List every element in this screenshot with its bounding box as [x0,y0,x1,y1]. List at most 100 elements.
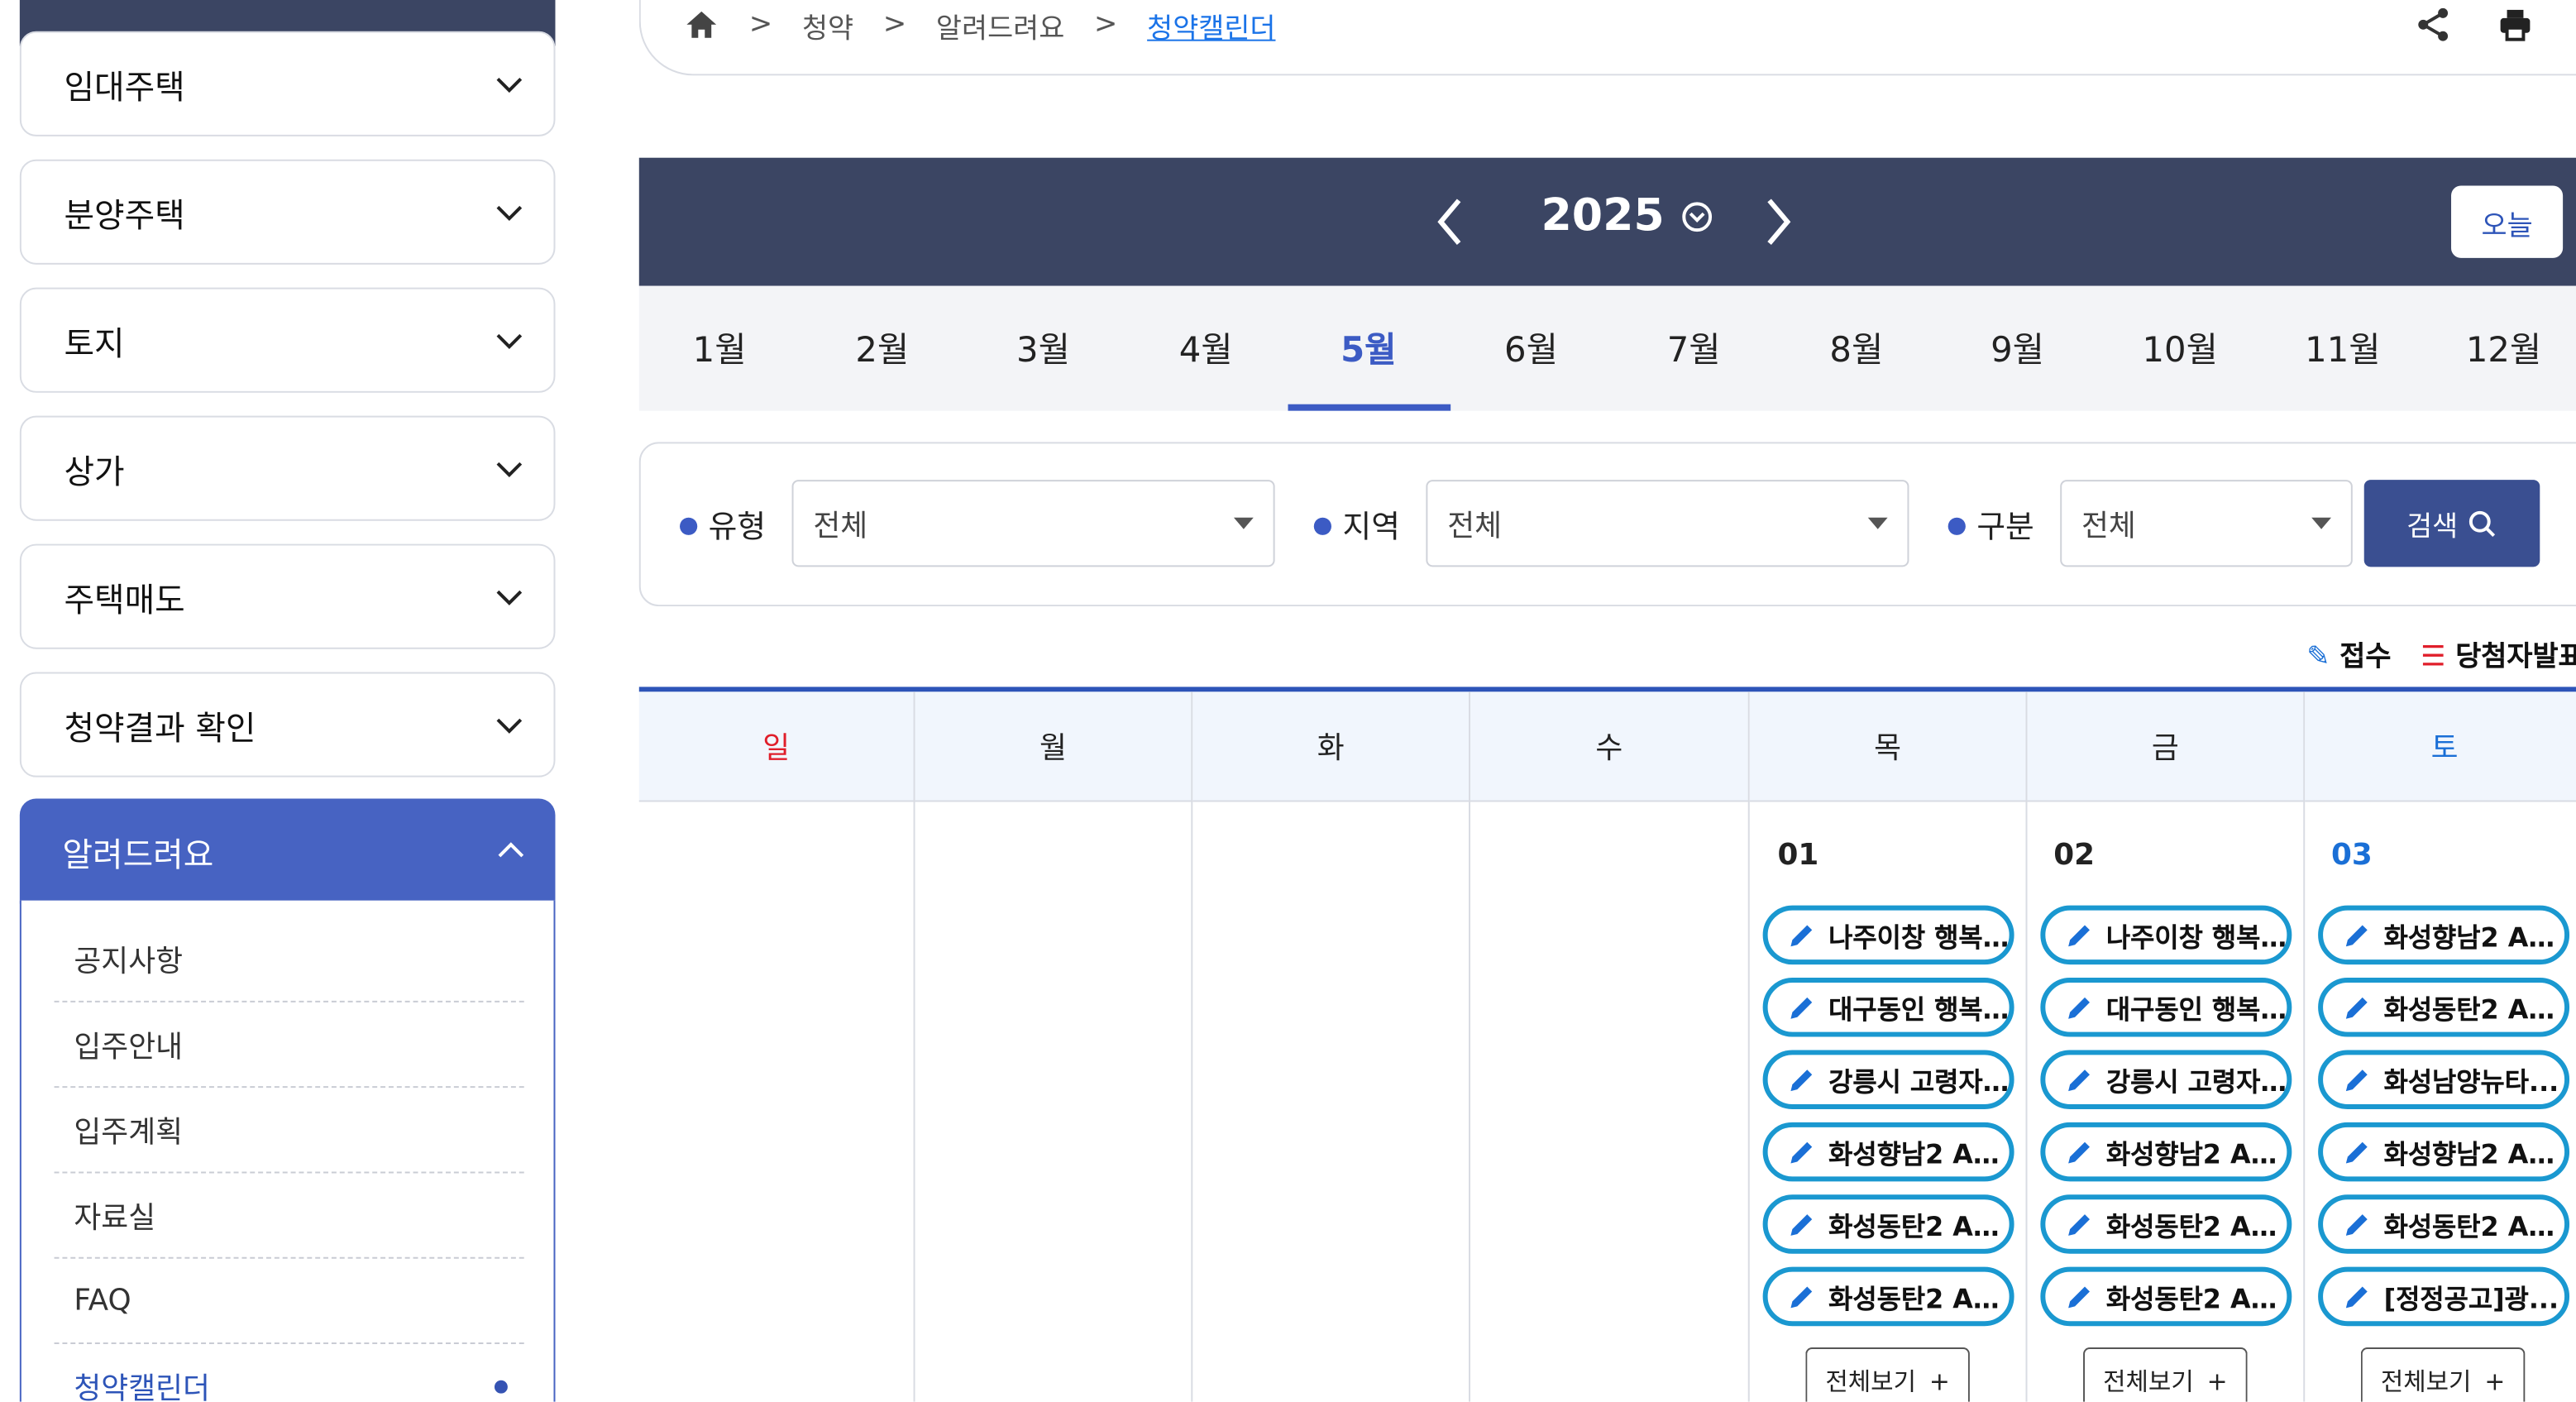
event-pill[interactable]: 화성향남2 A-... [2318,905,2570,965]
sidebar-item-results[interactable]: 청약결과 확인 [19,672,556,778]
view-all-button[interactable]: 전체보기 + [2083,1347,2248,1402]
breadcrumb-item[interactable]: 알려드려요 [936,4,1064,45]
chevron-down-icon [496,333,523,349]
sidebar-item-label: 알려드려요 [62,834,214,873]
weekday-monday: 월 [915,691,1193,802]
breadcrumb-item[interactable]: 청약 [802,4,853,45]
day-cell-empty [1470,801,1750,1402]
tab-month-4[interactable]: 4월 [1126,286,1287,411]
sidebar-subitem-calendar[interactable]: 청약캘린더 [55,1344,524,1402]
today-button[interactable]: 오늘 [2451,185,2564,258]
day-number: 01 [1777,838,1819,873]
sidebar-subitem-label: 입주계획 [74,1114,184,1150]
event-pill[interactable]: 화성동탄2 A7... [2318,978,2570,1037]
event-pill[interactable]: 화성동탄2 A7... [2318,1194,2570,1254]
event-pill[interactable]: [정정공고]광... [2318,1266,2570,1327]
year-selector[interactable]: 2025 [1541,190,1713,242]
tab-month-2[interactable]: 2월 [801,286,963,411]
tab-month-12[interactable]: 12월 [2423,286,2576,411]
print-icon[interactable] [2497,7,2534,43]
event-pill[interactable]: 화성동탄2 A7... [2040,1266,2292,1327]
pencil-icon [2345,1141,2368,1163]
sidebar-item-rental-housing[interactable]: 임대주택 [19,31,556,136]
view-all-label: 전체보기 [2380,1366,2472,1397]
breadcrumb-current[interactable]: 청약캘린더 [1147,4,1275,45]
event-pill[interactable]: 화성동탄2 A7... [1762,1194,2014,1254]
event-title: 강릉시 고령자... [2105,1066,2287,1098]
event-title: 대구동인 행복... [2105,993,2287,1026]
event-pill[interactable]: 화성향남2 A-... [1762,1122,2014,1182]
pencil-icon [2345,1213,2368,1235]
event-pill[interactable]: 강릉시 고령자... [2040,1050,2292,1109]
tab-month-9[interactable]: 9월 [1937,286,2098,411]
sidebar-item-land[interactable]: 토지 [19,287,556,393]
sidebar-item-label: 청약결과 확인 [64,707,256,747]
weekday-thursday: 목 [1749,691,2028,802]
prev-year-icon[interactable] [1432,194,1469,250]
event-pill[interactable]: 나주이창 행복... [2040,905,2292,965]
event-title: 나주이창 행복... [2105,921,2287,954]
event-pill[interactable]: 강릉시 고령자... [1762,1050,2014,1109]
chevron-down-icon [496,590,523,605]
sidebar-item-notices[interactable]: 알려드려요 [19,798,556,904]
event-pill[interactable]: 화성향남2 A-... [2318,1122,2570,1182]
tab-month-10[interactable]: 10월 [2100,286,2261,411]
search-button[interactable]: 검색 [2363,480,2540,567]
event-pill[interactable]: 화성향남2 A-... [2040,1122,2292,1182]
tab-month-1[interactable]: 1월 [639,286,801,411]
event-title: 화성동탄2 A7... [2383,1211,2565,1242]
caret-down-icon [2311,517,2331,529]
event-pill[interactable]: 화성남양뉴타... [2318,1050,2570,1109]
sidebar-subitem-announcements[interactable]: 공지사항 [54,917,524,1002]
tab-month-5[interactable]: 5월 [1288,286,1450,411]
sidebar-subitem-move-in-plan[interactable]: 입주계획 [54,1088,524,1174]
sidebar-item-house-sale[interactable]: 주택매도 [19,543,556,649]
sidebar-subitem-library[interactable]: 자료실 [54,1173,524,1259]
event-title: 화성향남2 A-... [2383,1138,2565,1170]
event-title: 강릉시 고령자... [1828,1066,2010,1098]
sidebar-item-commercial[interactable]: 상가 [19,415,556,521]
tab-month-8[interactable]: 8월 [1776,286,1938,411]
day-number: 03 [2330,838,2373,873]
view-all-button[interactable]: 전체보기 + [1805,1347,1970,1402]
event-pill[interactable]: 나주이창 행복... [1762,905,2014,965]
tab-month-3[interactable]: 3월 [963,286,1124,411]
day-cell-empty [1192,801,1471,1402]
event-title: 화성향남2 A-... [2383,921,2565,954]
pencil-icon [1790,1069,1813,1091]
sidebar-item-label: 토지 [64,323,125,363]
share-icon[interactable] [2415,7,2451,43]
event-title: 화성동탄2 A7... [2105,1283,2287,1315]
category-select[interactable]: 전체 [2060,480,2353,567]
sidebar-subitem-move-in-guide[interactable]: 입주안내 [54,1002,524,1089]
day-cell-empty [639,801,915,1402]
category-select-value: 전체 [2081,508,2136,543]
event-pill[interactable]: 화성동탄2 A7... [2040,1194,2292,1254]
home-icon[interactable] [683,8,719,41]
event-pill[interactable]: 대구동인 행복... [1762,978,2014,1037]
region-select[interactable]: 전체 [1426,480,1909,567]
next-year-icon[interactable] [1760,194,1796,250]
sidebar-submenu: 공지사항 입주안내 입주계획 자료실 FAQ 청약캘린더 [19,900,556,1402]
tab-month-7[interactable]: 7월 [1613,286,1775,411]
view-all-button[interactable]: 전체보기 + [2360,1347,2526,1402]
event-title: 화성향남2 A-... [2105,1138,2287,1170]
event-pill[interactable]: 화성동탄2 A7... [1762,1266,2014,1327]
day-cell-empty [915,801,1193,1402]
chevron-right-icon: > [1094,7,1118,41]
type-label-text: 유형 [708,509,767,546]
event-pill[interactable]: 대구동인 행복... [2040,978,2292,1037]
legend-receive: ✎ 접수 [2306,633,2391,674]
pencil-icon [1790,996,1813,1018]
tab-month-6[interactable]: 6월 [1450,286,1612,411]
sidebar-subitem-faq[interactable]: FAQ [54,1259,524,1345]
event-title: 화성남양뉴타... [2383,1066,2559,1098]
chevron-down-icon [496,462,523,477]
pencil-icon [2345,996,2368,1018]
chevron-down-icon [496,718,523,734]
tab-month-11[interactable]: 11월 [2263,286,2424,411]
type-select[interactable]: 전체 [791,480,1275,567]
sidebar-subitem-label: 공지사항 [74,944,184,979]
region-label: ● 지역 [1312,509,1400,546]
sidebar-item-sale-housing[interactable]: 분양주택 [19,159,556,265]
